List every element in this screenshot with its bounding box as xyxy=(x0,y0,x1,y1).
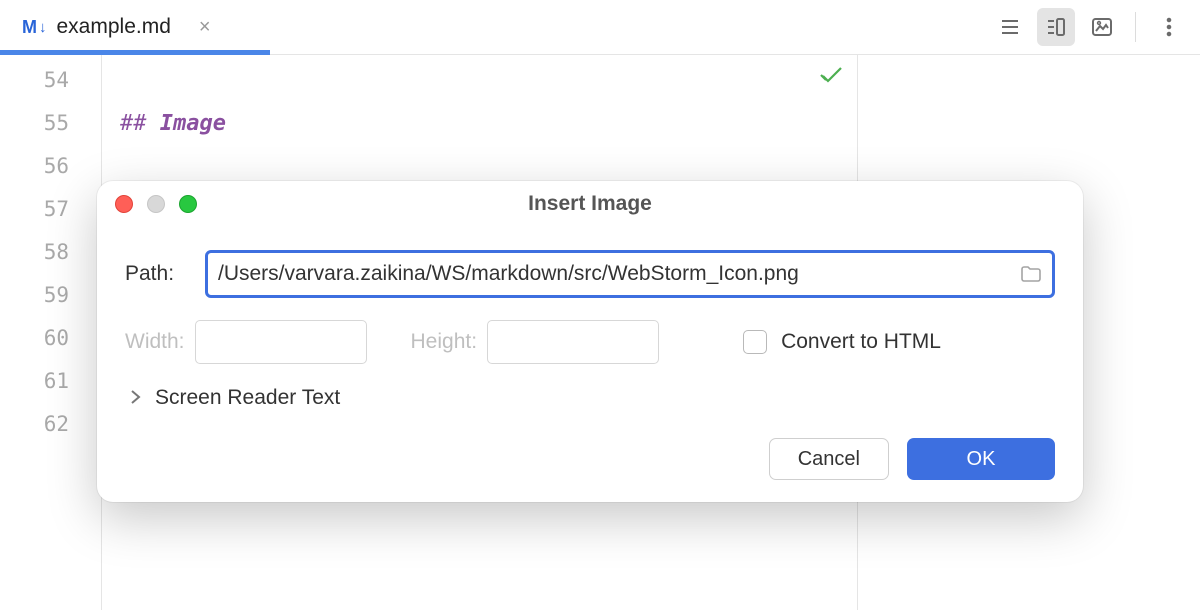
more-options-button[interactable] xyxy=(1150,8,1188,46)
dialog-button-row: Cancel OK xyxy=(125,438,1055,480)
size-row: Width: Height: Convert to HTML xyxy=(125,320,1055,364)
line-number: 54 xyxy=(0,59,101,102)
window-minimize-icon[interactable] xyxy=(147,195,165,213)
line-number: 61 xyxy=(0,360,101,403)
line-number: 62 xyxy=(0,403,101,446)
code-line: ## Image xyxy=(120,102,1182,145)
markdown-heading-text: Image xyxy=(160,111,226,136)
inspection-ok-icon[interactable] xyxy=(819,63,845,95)
line-number: 55 xyxy=(0,102,101,145)
tab-filename: example.md xyxy=(57,15,171,39)
dialog-title: Insert Image xyxy=(528,192,652,216)
width-label: Width: xyxy=(125,330,185,354)
markdown-heading-hash: ## xyxy=(120,111,147,136)
path-input[interactable] xyxy=(208,262,1010,286)
view-source-button[interactable] xyxy=(991,8,1029,46)
line-number: 58 xyxy=(0,231,101,274)
chevron-right-icon xyxy=(129,388,141,409)
window-close-icon[interactable] xyxy=(115,195,133,213)
convert-html-label: Convert to HTML xyxy=(781,330,941,354)
dialog-body: Path: Width: Height: Convert to HTML Scr… xyxy=(97,226,1083,502)
view-split-button[interactable] xyxy=(1037,8,1075,46)
insert-image-dialog: Insert Image Path: Width: Height: Conver… xyxy=(97,181,1083,502)
code-line xyxy=(120,59,1182,102)
window-zoom-icon[interactable] xyxy=(179,195,197,213)
tabbar-right-controls xyxy=(991,8,1188,46)
path-row: Path: xyxy=(125,250,1055,298)
editor-tab[interactable]: M↓ example.md × xyxy=(12,0,221,54)
browse-folder-button[interactable] xyxy=(1010,264,1052,284)
height-label: Height: xyxy=(411,330,478,354)
toolbar-divider xyxy=(1135,12,1136,42)
path-label: Path: xyxy=(125,262,205,286)
line-number: 60 xyxy=(0,317,101,360)
line-number: 56 xyxy=(0,145,101,188)
convert-html-checkbox[interactable] xyxy=(743,330,767,354)
line-number-gutter: 54 55 56 57 58 59 60 61 62 xyxy=(0,55,102,610)
tab-bar: M↓ example.md × xyxy=(0,0,1200,55)
window-traffic-lights xyxy=(115,195,197,213)
view-preview-button[interactable] xyxy=(1083,8,1121,46)
screen-reader-text-toggle[interactable]: Screen Reader Text xyxy=(129,386,1055,410)
line-number: 59 xyxy=(0,274,101,317)
screen-reader-label: Screen Reader Text xyxy=(155,386,340,410)
cancel-button[interactable]: Cancel xyxy=(769,438,889,480)
close-icon[interactable]: × xyxy=(199,16,211,39)
path-field xyxy=(205,250,1055,298)
markdown-file-icon: M↓ xyxy=(22,17,47,38)
width-input[interactable] xyxy=(195,320,367,364)
ok-button[interactable]: OK xyxy=(907,438,1055,480)
height-input[interactable] xyxy=(487,320,659,364)
line-number: 57 xyxy=(0,188,101,231)
dialog-titlebar: Insert Image xyxy=(97,181,1083,226)
